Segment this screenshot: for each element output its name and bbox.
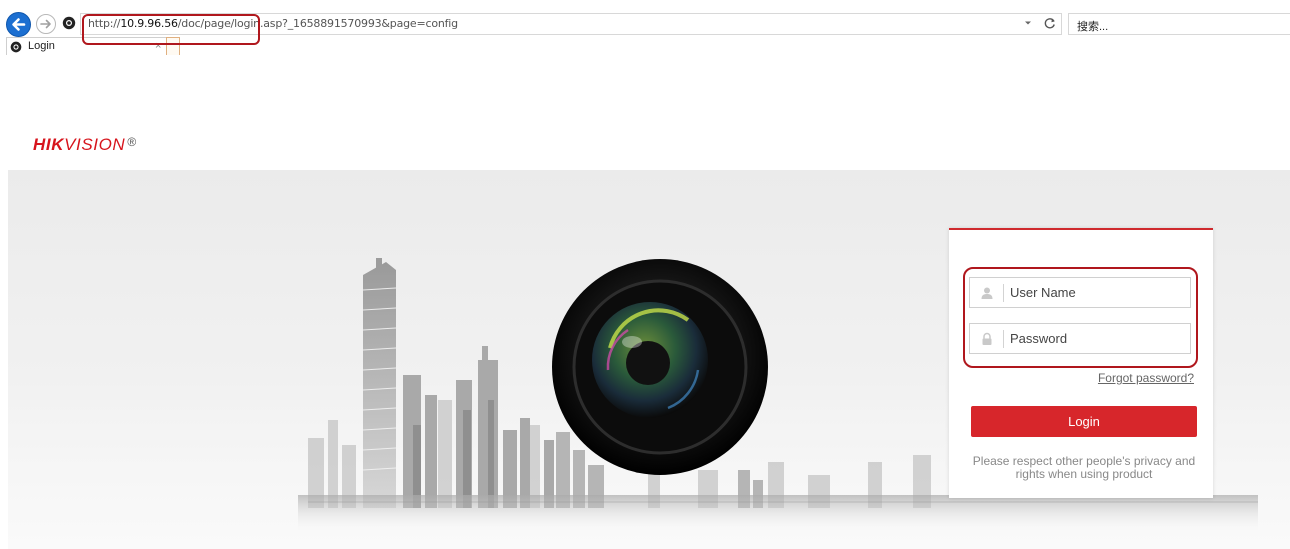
screen: http://10.9.96.56/doc/page/login.asp?_16… (0, 0, 1290, 549)
search-placeholder: 搜索... (1077, 21, 1109, 33)
fields-highlight-annotation (963, 267, 1198, 368)
tab-title: Login (28, 40, 55, 52)
arrow-left-icon (12, 18, 26, 31)
refresh-icon[interactable] (1043, 16, 1057, 30)
privacy-notice: Please respect other people's privacy an… (972, 454, 1196, 481)
site-favicon-icon (62, 16, 76, 30)
site-favicon-icon (10, 41, 22, 53)
forgot-password-link[interactable]: Forgot password? (1098, 371, 1194, 385)
logo-light-text: VISION (64, 135, 126, 154)
logo-registered-mark: ® (127, 135, 137, 149)
forward-button[interactable] (36, 14, 56, 34)
chevron-down-icon[interactable] (1023, 18, 1033, 28)
login-button[interactable]: Login (971, 406, 1197, 437)
url-highlight-annotation (82, 14, 260, 45)
logo-bold-text: HIK (33, 135, 65, 154)
hikvision-logo: HIKVISION ® (33, 135, 137, 155)
back-button[interactable] (6, 12, 31, 37)
arrow-right-icon (40, 19, 51, 29)
search-input[interactable]: 搜索... (1068, 13, 1290, 35)
